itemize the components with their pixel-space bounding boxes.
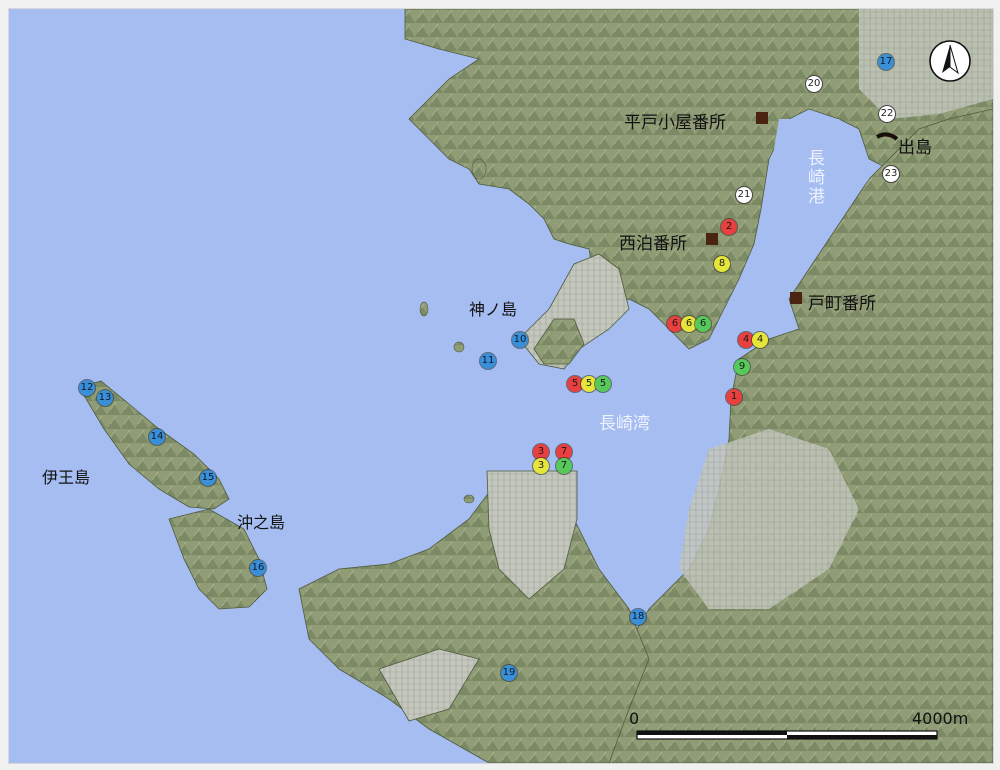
map-marker[interactable]: 23 xyxy=(883,166,899,182)
map-marker[interactable]: 22 xyxy=(879,106,895,122)
map-marker[interactable]: 18 xyxy=(630,609,646,625)
map-marker[interactable]: 19 xyxy=(501,665,517,681)
place-okinoshima: 沖之島 xyxy=(237,513,286,532)
map-marker[interactable]: 4 xyxy=(752,332,768,348)
place-dejima: 出島 xyxy=(898,138,932,158)
place-nishidomari-guardhouse: 西泊番所 xyxy=(619,234,687,254)
map-marker[interactable]: 9 xyxy=(734,359,750,375)
map-marker[interactable]: 7 xyxy=(556,458,572,474)
water-nagasaki-port: 長崎港 xyxy=(804,149,824,206)
map-marker[interactable]: 13 xyxy=(97,390,113,406)
scale-end-label: 4000m xyxy=(912,709,969,728)
place-iojima: 伊王島 xyxy=(42,468,91,487)
map-marker[interactable]: 6 xyxy=(695,316,711,332)
map-marker[interactable]: 20 xyxy=(806,76,822,92)
map-marker[interactable]: 12 xyxy=(79,380,95,396)
place-kaminoshima: 神ノ島 xyxy=(469,300,518,319)
map-marker[interactable]: 2 xyxy=(721,219,737,235)
land-southern-peninsula xyxy=(298,478,650,763)
scale-start-label: 0 xyxy=(629,709,640,728)
map-marker[interactable]: 10 xyxy=(512,332,528,348)
map-marker[interactable]: 14 xyxy=(149,429,165,445)
map-marker[interactable]: 16 xyxy=(250,560,266,576)
map-terrain xyxy=(78,9,993,763)
map-marker[interactable]: 17 xyxy=(878,54,894,70)
map-marker[interactable]: 8 xyxy=(714,256,730,272)
map-marker[interactable]: 11 xyxy=(480,353,496,369)
water-nagasaki-bay: 長崎湾 xyxy=(599,414,650,434)
place-tomachi-guardhouse: 戸町番所 xyxy=(808,294,876,314)
map-marker[interactable]: 1 xyxy=(726,389,742,405)
guard-post-marker xyxy=(706,233,718,245)
map-marker[interactable]: 21 xyxy=(736,187,752,203)
place-hirado-guardhouse: 平戸小屋番所 xyxy=(624,113,726,133)
north-arrow-icon xyxy=(929,40,971,82)
map-marker[interactable]: 5 xyxy=(595,376,611,392)
map-marker[interactable]: 15 xyxy=(200,470,216,486)
guard-post-marker xyxy=(790,292,802,304)
map[interactable]: 平戸小屋番所 西泊番所 戸町番所 出島 神ノ島 伊王島 沖之島 長崎湾 長崎港 … xyxy=(8,8,994,764)
guard-post-marker xyxy=(756,112,768,124)
map-marker[interactable]: 3 xyxy=(533,458,549,474)
